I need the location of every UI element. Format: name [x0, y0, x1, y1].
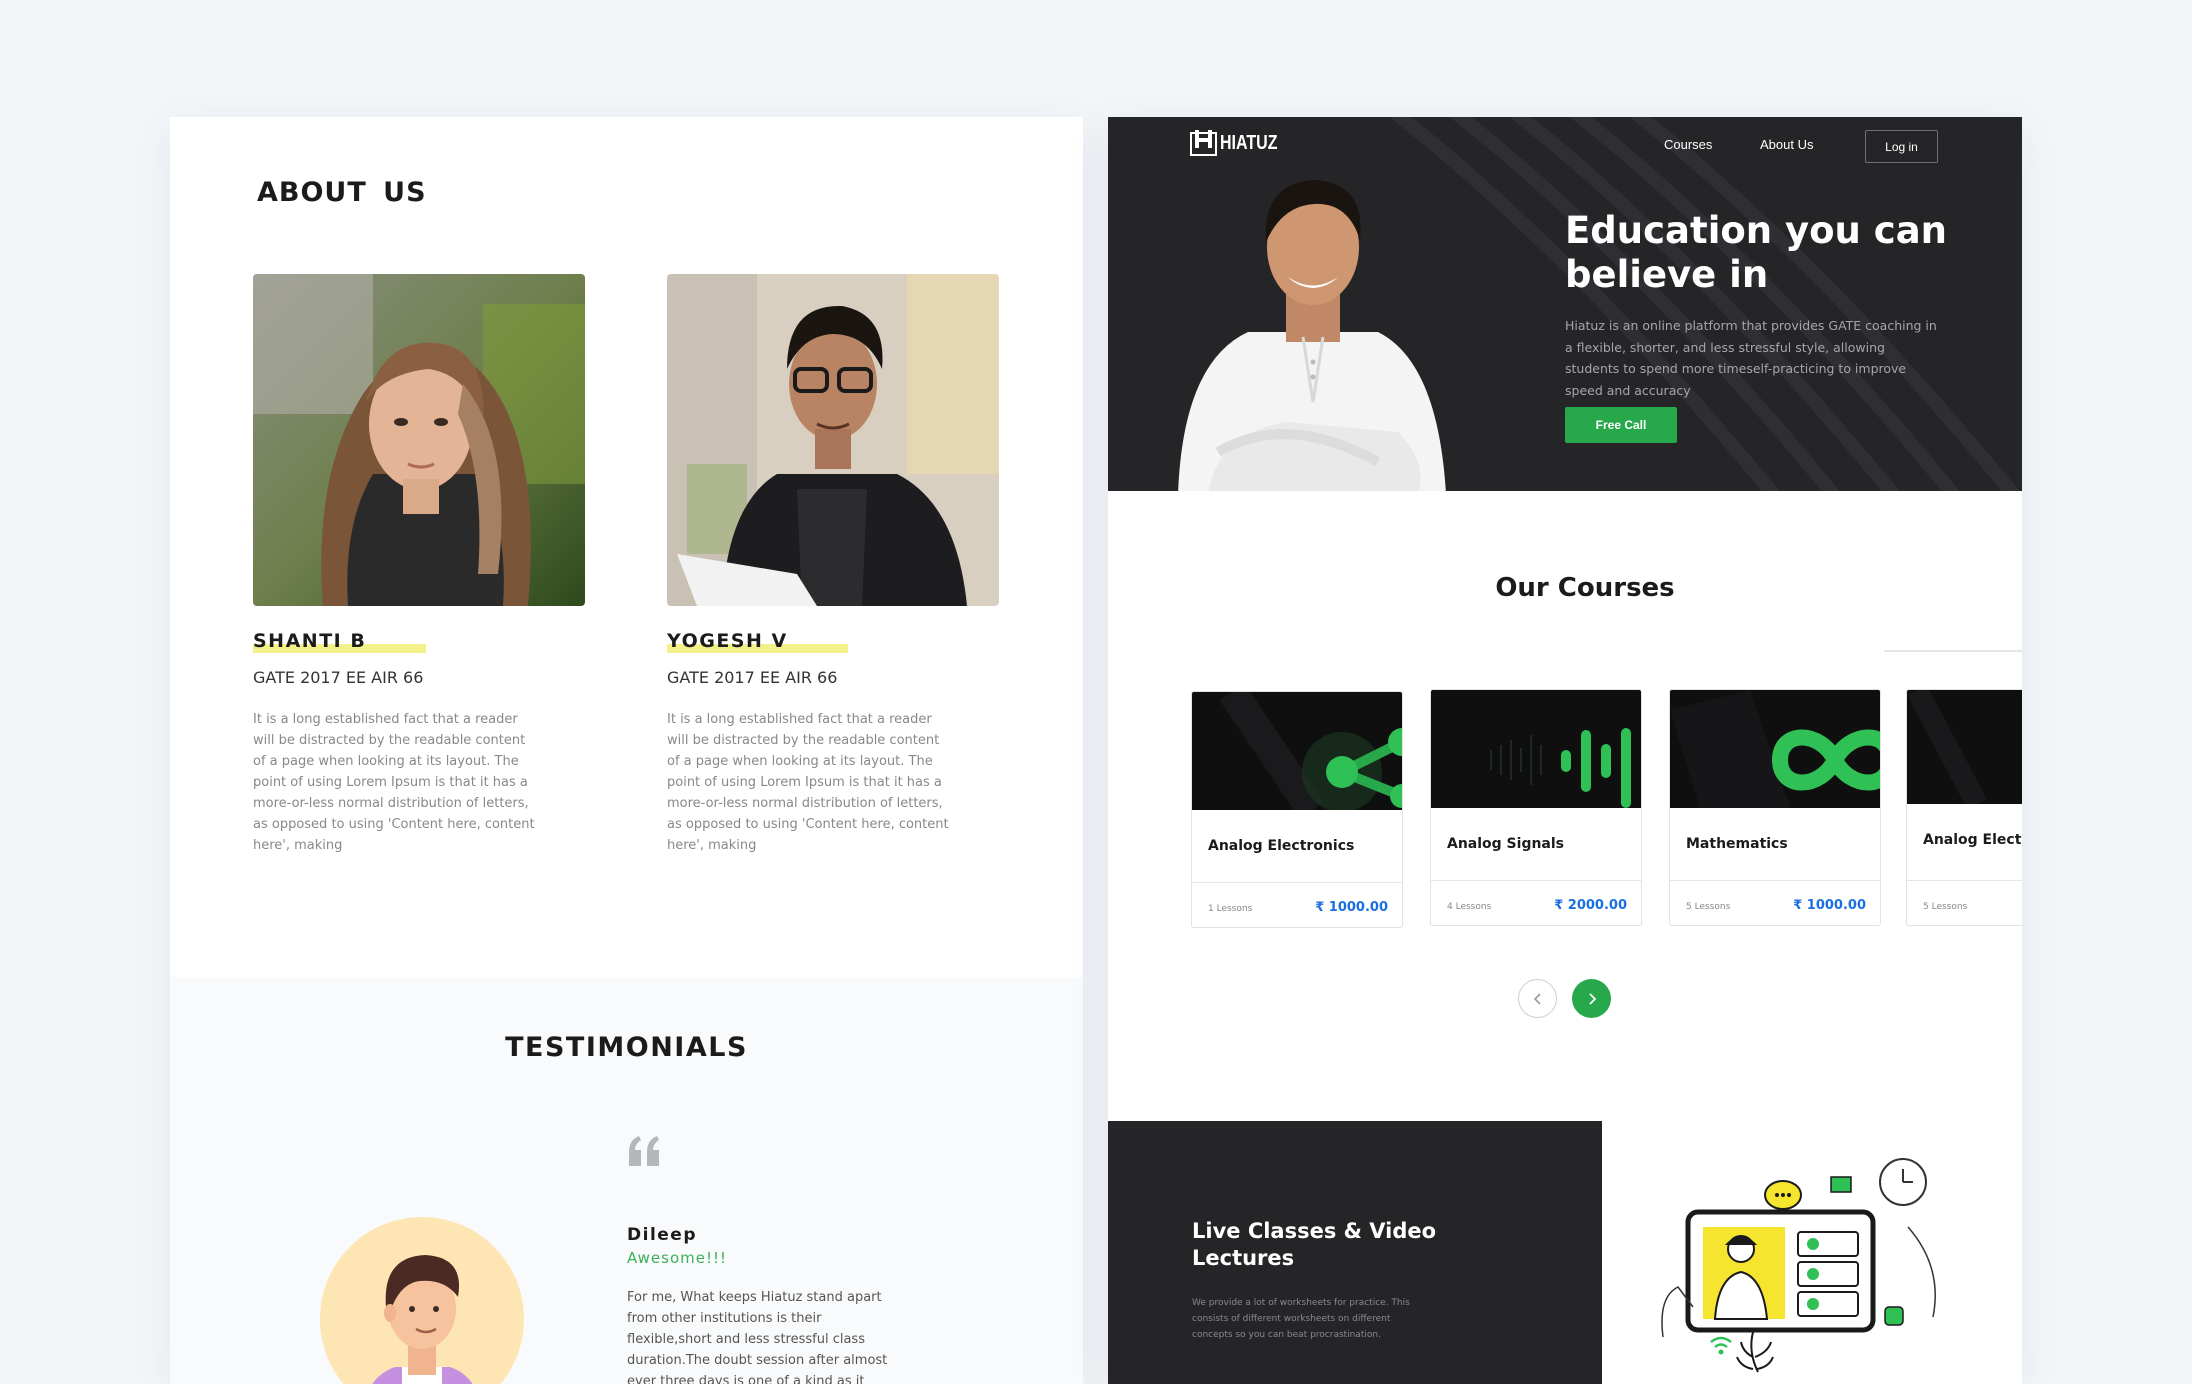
member-name-text: SHANTI B	[253, 630, 367, 652]
section-divider	[1884, 650, 2022, 652]
chevron-left-icon	[1533, 992, 1541, 1005]
testimonials-section: TESTIMONIALS Dileep Awesome!!! For me, W…	[170, 977, 1083, 1384]
course-card[interactable]: Analog Electr 5 Lessons	[1906, 689, 2022, 926]
avatar	[320, 1217, 524, 1384]
testimonials-title: TESTIMONIALS	[505, 1032, 748, 1063]
online-class-illustration	[1661, 1158, 1936, 1373]
nav-about-link[interactable]: About Us	[1760, 137, 1813, 152]
quote-icon	[625, 1132, 665, 1172]
divider	[1670, 880, 1880, 881]
about-page-panel: ABOUT US SHANTI B GATE 2017 EE AIR 66 It…	[170, 117, 1083, 1384]
member-name: YOGESH V	[667, 630, 848, 653]
testimonial-tagline: Awesome!!!	[627, 1249, 728, 1267]
share-nodes-icon	[1219, 692, 1402, 810]
course-thumbnail	[1431, 690, 1641, 808]
carousel-prev-button[interactable]	[1518, 979, 1557, 1018]
live-classes-title: Live Classes & Video Lectures	[1192, 1219, 1437, 1270]
member-photo	[667, 274, 999, 606]
course-card[interactable]: Analog Signals 4 Lessons ₹ 2000.00	[1430, 689, 1642, 926]
live-classes-description: We provide a lot of worksheets for pract…	[1192, 1298, 1410, 1340]
logo-text: HIATUZ	[1220, 131, 1278, 154]
carousel-next-button[interactable]	[1572, 979, 1611, 1018]
member-name-text: YOGESH V	[667, 630, 788, 652]
divider	[1907, 880, 2022, 881]
course-price: ₹ 2000.00	[1554, 898, 1627, 913]
member-photo	[253, 274, 585, 606]
member-rank: GATE 2017 EE AIR 66	[253, 668, 424, 687]
course-lessons: 4 Lessons	[1447, 902, 1492, 912]
course-price: ₹ 1000.00	[1793, 898, 1866, 913]
live-classes-section: Live Classes & Video Lectures We provide…	[1108, 1121, 1602, 1384]
course-thumbnail	[1670, 690, 1880, 808]
course-name: Mathematics	[1686, 836, 1788, 852]
testimonial-author: Dileep	[627, 1225, 697, 1245]
landing-page-panel: HIATUZ Courses About Us Log in Education…	[1108, 117, 2022, 1384]
course-name: Analog Signals	[1447, 836, 1565, 852]
course-lessons: 1 Lessons	[1208, 904, 1253, 914]
hero-title: Education you can believe in	[1565, 209, 1948, 296]
course-name: Analog Electr	[1923, 832, 2022, 848]
team-member-card: SHANTI B GATE 2017 EE AIR 66 It is a lon…	[253, 274, 585, 856]
divider	[1431, 880, 1641, 881]
course-name: Analog Electronics	[1208, 838, 1355, 854]
course-price: ₹ 1000.00	[1315, 900, 1388, 915]
signal-bars-icon	[1490, 728, 1631, 808]
divider	[1192, 882, 1402, 883]
member-bio: It is a long established fact that a rea…	[253, 712, 535, 853]
course-lessons: 5 Lessons	[1686, 902, 1731, 912]
infinity-icon	[1670, 690, 1880, 808]
about-title: ABOUT US	[257, 177, 427, 208]
course-card[interactable]: Analog Electronics 1 Lessons ₹ 1000.00	[1191, 691, 1403, 928]
courses-title: Our Courses	[1495, 573, 1675, 603]
course-card[interactable]: Mathematics 5 Lessons ₹ 1000.00	[1669, 689, 1881, 926]
hero-image	[1178, 180, 1446, 491]
course-thumbnail	[1907, 690, 2022, 804]
member-bio: It is a long established fact that a rea…	[667, 712, 949, 853]
member-name: SHANTI B	[253, 630, 427, 653]
course-lessons: 5 Lessons	[1923, 902, 1968, 912]
team-member-card: YOGESH V GATE 2017 EE AIR 66 It is a lon…	[667, 274, 999, 856]
free-call-button[interactable]: Free Call	[1565, 407, 1677, 443]
hero-section: HIATUZ Courses About Us Log in Education…	[1108, 117, 2022, 491]
chevron-right-icon	[1588, 992, 1596, 1005]
logo[interactable]: HIATUZ	[1190, 130, 1292, 156]
course-thumbnail	[1192, 692, 1402, 810]
testimonial-text: For me, What keeps Hiatuz stand apart fr…	[627, 1290, 888, 1384]
member-rank: GATE 2017 EE AIR 66	[667, 668, 838, 687]
nav-courses-link[interactable]: Courses	[1664, 137, 1712, 152]
hero-description: Hiatuz is an online platform that provid…	[1565, 318, 1937, 398]
logo-mark-icon	[1190, 130, 1217, 156]
login-button[interactable]: Log in	[1865, 130, 1938, 163]
